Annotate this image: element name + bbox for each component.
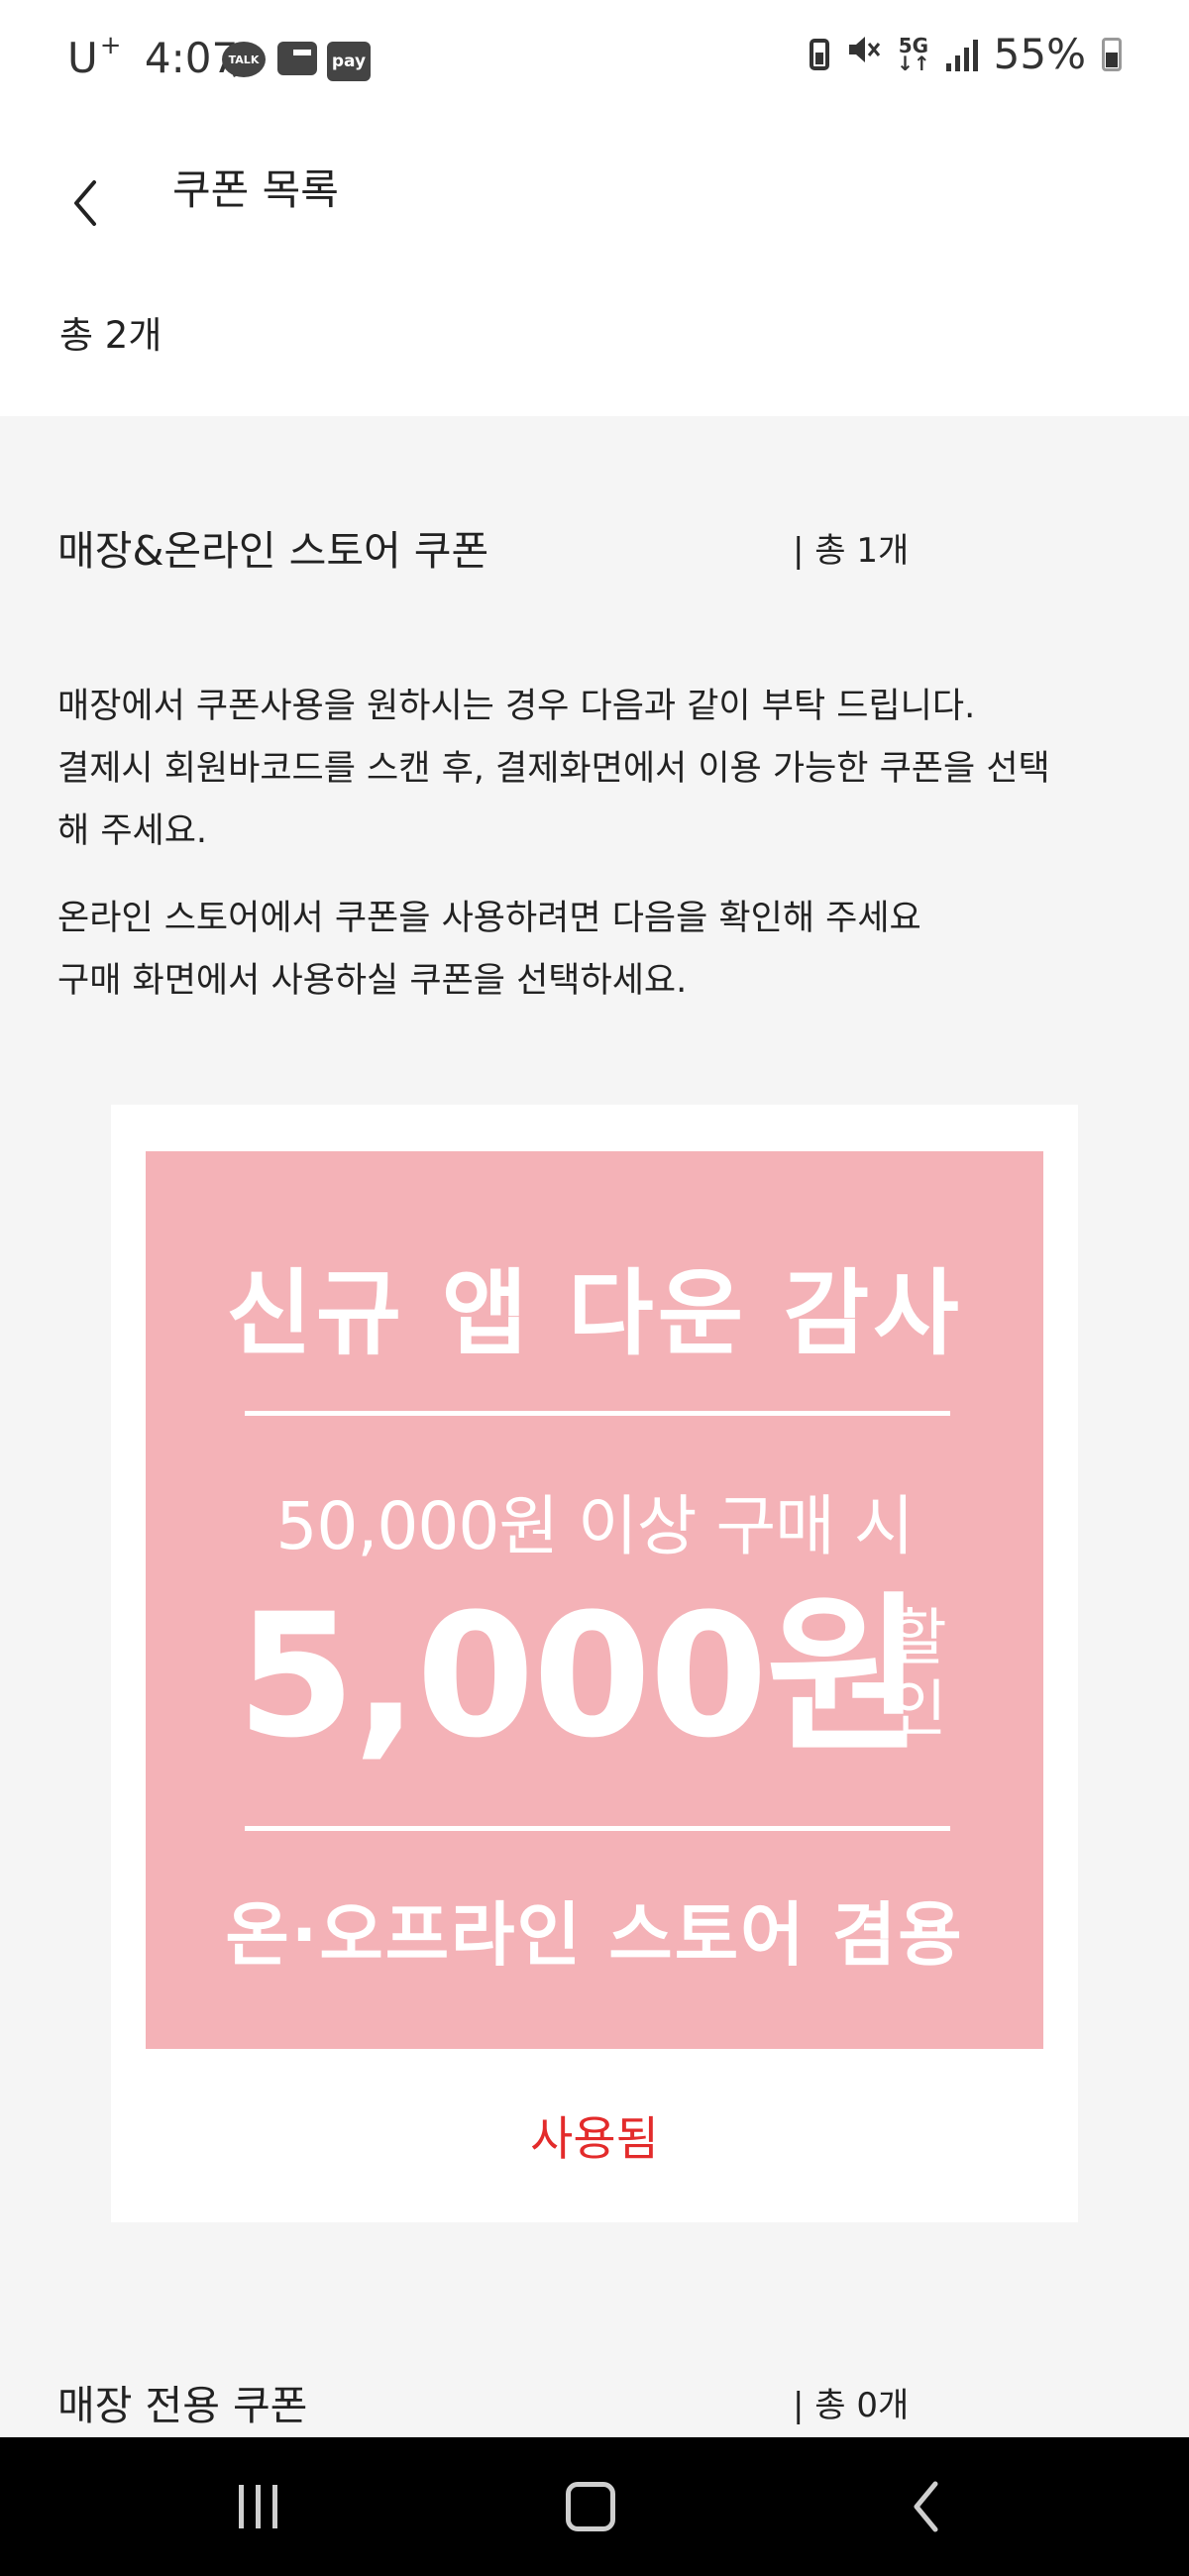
- mute-icon: [845, 32, 881, 76]
- info-line: 결제시 회원바코드를 스캔 후, 결제화면에서 이용 가능한 쿠폰을 선택: [57, 749, 1050, 789]
- coupon-image: 신규 앱 다운 감사 50,000원 이상 구매 시 5,000원 할인 온·오…: [146, 1151, 1043, 2049]
- app-notification-icon: [277, 42, 317, 75]
- talk-label: TALK: [228, 53, 260, 66]
- coupon-divider: [245, 1411, 950, 1416]
- section-title-store-online: 매장&온라인 스토어 쿠폰: [57, 527, 489, 575]
- coupon-divider: [245, 1826, 950, 1831]
- section-count-store-only: | 총 0개: [793, 2386, 910, 2425]
- coupon-status-used: 사용됨: [530, 2112, 659, 2167]
- battery-icon: [1102, 37, 1122, 71]
- recents-bar: [238, 2485, 244, 2528]
- page-header: 쿠폰 목록 총 2개: [0, 119, 1189, 416]
- section-count-store-online: | 총 1개: [793, 531, 910, 571]
- coupon-amount-suffix: 할인: [890, 1601, 947, 1745]
- home-icon: [566, 2482, 615, 2531]
- status-carrier-time: U+ 4:07: [67, 31, 238, 82]
- back-button[interactable]: [55, 159, 115, 248]
- info-line: 구매 화면에서 사용하실 쿠폰을 선택하세요.: [57, 961, 688, 1001]
- network-5g-icon: 5G ↓↑: [897, 33, 930, 75]
- system-navigation-bar: [0, 2437, 1189, 2576]
- pay-notification-icon: pay: [327, 42, 371, 81]
- coupon-condition: 50,000원 이상 구매 시: [275, 1488, 914, 1564]
- coupon-card[interactable]: 신규 앱 다운 감사 50,000원 이상 구매 시 5,000원 할인 온·오…: [111, 1105, 1078, 2222]
- kakaotalk-notification-icon: TALK: [222, 42, 266, 77]
- system-back-button[interactable]: [896, 2477, 955, 2536]
- back-chevron-icon: [914, 2481, 938, 2532]
- battery-percent: 55%: [993, 30, 1086, 78]
- recents-bar: [271, 2485, 277, 2528]
- page-title: 쿠폰 목록: [172, 165, 339, 214]
- total-coupon-count: 총 2개: [59, 314, 162, 357]
- section-title-store-only: 매장 전용 쿠폰: [57, 2382, 308, 2429]
- chevron-left-icon: [74, 180, 96, 226]
- info-line: 온라인 스토어에서 쿠폰을 사용하려면 다음을 확인해 주세요: [57, 899, 921, 938]
- recent-apps-button[interactable]: [228, 2477, 287, 2536]
- network-label: 5G: [898, 33, 929, 57]
- status-bar: U+ 4:07 TALK pay 5G ↓↑ 55%: [0, 0, 1189, 119]
- info-line: 매장에서 쿠폰사용을 원하시는 경우 다음과 같이 부탁 드립니다.: [57, 687, 976, 726]
- coupon-amount: 5,000원: [237, 1576, 922, 1775]
- coupon-usage: 온·오프라인 스토어 겸용: [225, 1894, 964, 1976]
- recents-bar: [255, 2485, 261, 2528]
- status-right-group: 5G ↓↑ 55%: [810, 30, 1122, 78]
- signal-strength-icon: [945, 38, 978, 71]
- battery-saver-icon: [810, 38, 830, 70]
- carrier-plus: +: [99, 31, 122, 60]
- pay-label: pay: [331, 52, 367, 71]
- home-button[interactable]: [561, 2477, 620, 2536]
- info-line: 해 주세요.: [57, 811, 208, 851]
- store-coupon-instructions: 매장에서 쿠폰사용을 원하시는 경우 다음과 같이 부탁 드립니다. 결제시 회…: [57, 676, 1137, 863]
- online-coupon-instructions: 온라인 스토어에서 쿠폰을 사용하려면 다음을 확인해 주세요 구매 화면에서 …: [57, 888, 1137, 1013]
- carrier-name: U: [67, 34, 98, 82]
- coupon-headline: 신규 앱 다운 감사: [226, 1260, 963, 1368]
